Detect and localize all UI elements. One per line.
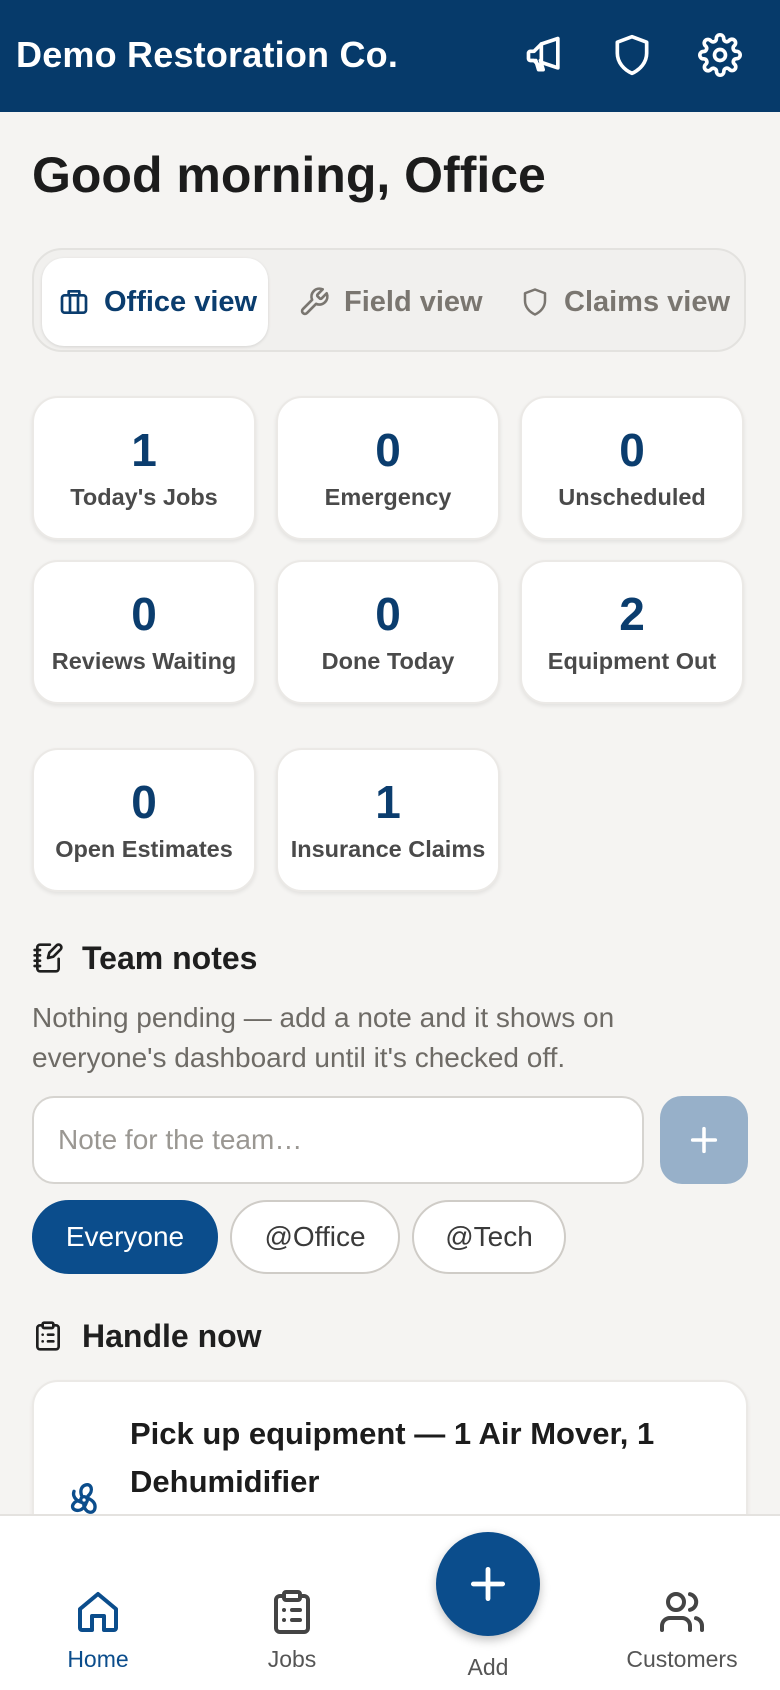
stat-insurance-claims[interactable]: 1 Insurance Claims	[276, 748, 500, 892]
clipboard-list-icon	[32, 1319, 64, 1353]
clipboard-icon	[268, 1588, 316, 1636]
stat-value: 1	[131, 424, 157, 476]
megaphone-icon[interactable]	[520, 30, 570, 80]
stat-equipment-out[interactable]: 2 Equipment Out	[520, 560, 744, 704]
tab-office-view[interactable]: Office view	[42, 258, 268, 346]
company-name: Demo Restoration Co.	[16, 34, 399, 75]
nav-jobs[interactable]: Jobs	[202, 1588, 382, 1673]
stat-reviews-waiting[interactable]: 0 Reviews Waiting	[32, 560, 256, 704]
stat-emergency[interactable]: 0 Emergency	[276, 396, 500, 540]
handle-now-heading: Handle now	[32, 1314, 262, 1358]
stat-label: Open Estimates	[55, 836, 233, 862]
tab-label: Field view	[344, 285, 483, 318]
audience-chip-office[interactable]: @Office	[230, 1200, 400, 1274]
add-note-button[interactable]	[660, 1096, 748, 1184]
add-button[interactable]	[436, 1532, 540, 1636]
team-notes-description: Nothing pending — add a note and it show…	[32, 1002, 615, 1073]
nav-label: Home	[67, 1646, 129, 1672]
tab-label: Office view	[104, 285, 258, 318]
stat-label: Unscheduled	[558, 484, 706, 510]
stat-label: Emergency	[324, 484, 452, 510]
nav-home[interactable]: Home	[8, 1588, 188, 1673]
audience-chip-everyone[interactable]: Everyone	[32, 1200, 218, 1274]
stat-open-estimates[interactable]: 0 Open Estimates	[32, 748, 256, 892]
team-note-input[interactable]	[32, 1096, 644, 1184]
tab-label: Claims view	[564, 285, 731, 318]
stat-value: 0	[375, 588, 401, 640]
shield-icon	[520, 287, 550, 317]
home-icon	[74, 1588, 122, 1636]
stat-todays-jobs[interactable]: 1 Today's Jobs	[32, 396, 256, 540]
stat-label: Equipment Out	[547, 648, 717, 674]
stat-value: 2	[619, 588, 645, 640]
stat-unscheduled[interactable]: 0 Unscheduled	[520, 396, 744, 540]
users-icon	[658, 1588, 706, 1636]
stat-value: 0	[375, 424, 401, 476]
app-header: Demo Restoration Co.	[0, 0, 780, 112]
stat-value: 0	[619, 424, 645, 476]
stat-label: Today's Jobs	[70, 484, 218, 510]
stat-label: Done Today	[321, 648, 455, 674]
view-switcher: Office view Field view Claims view	[32, 248, 746, 352]
stat-done-today[interactable]: 0 Done Today	[276, 560, 500, 704]
shield-icon[interactable]	[607, 30, 657, 80]
stat-label: Reviews Waiting	[51, 648, 237, 674]
nav-customers[interactable]: Customers	[592, 1588, 772, 1673]
briefcase-icon	[58, 286, 90, 318]
plus-icon	[466, 1562, 510, 1606]
nav-label: Jobs	[267, 1646, 317, 1672]
page-title: Good morning, Office	[32, 147, 546, 203]
gear-icon[interactable]	[695, 30, 745, 80]
nav-label: Customers	[626, 1646, 738, 1672]
stat-value: 1	[375, 776, 401, 828]
tab-claims-view[interactable]: Claims view	[504, 258, 740, 346]
tab-field-view[interactable]: Field view	[282, 258, 502, 346]
audience-chip-tech[interactable]: @Tech	[412, 1200, 566, 1274]
plus-icon	[687, 1123, 721, 1157]
stat-value: 0	[131, 776, 157, 828]
task-title: Pick up equipment — 1 Air Mover, 1 Dehum…	[130, 1416, 655, 1499]
bottom-nav: Home Jobs Customers	[0, 1514, 780, 1690]
stat-value: 0	[131, 588, 157, 640]
team-notes-heading: Team notes	[32, 936, 257, 980]
stat-label: Insurance Claims	[290, 836, 486, 862]
nav-add-label: Add	[467, 1654, 509, 1680]
section-title: Team notes	[82, 939, 258, 976]
notebook-pen-icon	[32, 941, 64, 975]
wrench-icon	[298, 286, 330, 318]
section-title: Handle now	[82, 1317, 262, 1354]
